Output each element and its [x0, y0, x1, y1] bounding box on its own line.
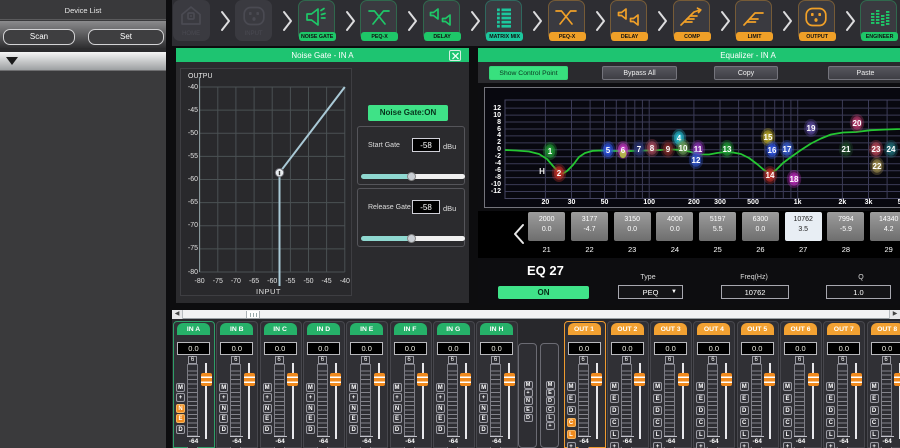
svg-text:23: 23 [872, 145, 881, 154]
svg-text:17: 17 [783, 145, 792, 154]
svg-text:7: 7 [637, 145, 642, 154]
svg-text:24: 24 [887, 145, 896, 154]
svg-text:16: 16 [768, 146, 777, 155]
svg-text:13: 13 [723, 145, 732, 154]
svg-text:20: 20 [853, 119, 862, 128]
svg-text:6: 6 [621, 146, 626, 155]
svg-text:8: 8 [650, 144, 655, 153]
svg-text:18: 18 [790, 175, 799, 184]
svg-text:9: 9 [666, 145, 671, 154]
svg-text:5: 5 [606, 146, 611, 155]
svg-text:2: 2 [557, 169, 562, 178]
svg-text:14: 14 [766, 171, 775, 180]
svg-text:12: 12 [692, 156, 701, 165]
svg-text:15: 15 [764, 133, 773, 142]
svg-text:19: 19 [807, 124, 816, 133]
svg-text:1: 1 [548, 147, 553, 156]
svg-text:H: H [539, 167, 545, 176]
svg-text:10: 10 [679, 144, 688, 153]
svg-text:22: 22 [873, 162, 882, 171]
svg-text:21: 21 [842, 145, 851, 154]
